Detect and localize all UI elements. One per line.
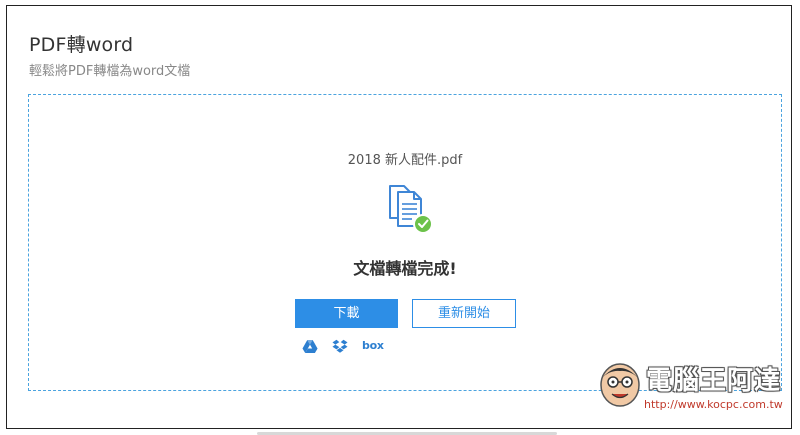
conversion-status: 文檔轉檔完成! (353, 259, 457, 278)
watermark-logo: 電腦王阿達 http://www.kocpc.com.tw (598, 358, 788, 416)
file-name: 2018 新人配件.pdf (347, 153, 463, 168)
document-converted-icon (386, 182, 434, 234)
download-button[interactable]: 下載 (295, 299, 398, 328)
dropbox-icon[interactable] (332, 339, 348, 355)
mascot-face-icon (598, 360, 642, 410)
google-drive-icon[interactable] (302, 339, 318, 355)
watermark-title: 電腦王阿達 (646, 366, 782, 396)
page-subtitle: 輕鬆將PDF轉檔為word文檔 (29, 64, 191, 79)
watermark-url: http://www.kocpc.com.tw (644, 398, 783, 411)
page-title: PDF轉word (29, 34, 134, 56)
restart-button[interactable]: 重新開始 (412, 299, 516, 328)
box-icon[interactable]: box (362, 339, 384, 355)
conversion-panel: 2018 新人配件.pdf 文檔轉檔完成! 下載 重新開始 box (28, 94, 782, 391)
